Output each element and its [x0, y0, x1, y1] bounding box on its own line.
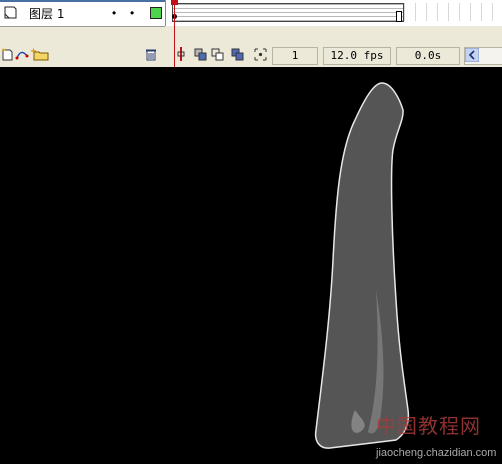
onion-skin-outlines-icon[interactable] — [211, 48, 225, 61]
layer-name[interactable]: 图层 1 — [29, 5, 64, 22]
trash-icon[interactable] — [145, 48, 157, 61]
elapsed-time-display: 0.0s — [396, 47, 460, 65]
edit-multiple-frames-icon[interactable] — [231, 48, 245, 61]
playhead-handle[interactable] — [171, 0, 178, 5]
empty-frames[interactable] — [404, 3, 502, 21]
current-frame-display: 1 — [272, 47, 318, 65]
frame-span[interactable] — [172, 3, 404, 22]
layer-list-edge — [0, 0, 165, 2]
show-hide-toggle[interactable]: • — [112, 7, 116, 19]
onion-skin-icon[interactable] — [194, 48, 208, 61]
lock-toggle[interactable]: • — [130, 7, 134, 19]
watermark-title: 中国教程网 — [376, 414, 481, 438]
drawn-shape[interactable] — [300, 80, 420, 450]
layer-page-icon — [4, 6, 17, 19]
watermark-url: jiaocheng.chazidian.com — [376, 447, 497, 459]
add-layer-icon[interactable] — [2, 48, 14, 61]
outline-color-swatch[interactable] — [150, 7, 162, 19]
center-frame-icon[interactable] — [177, 47, 185, 61]
add-folder-icon[interactable] — [31, 48, 50, 61]
layer-list[interactable] — [0, 0, 165, 27]
playhead[interactable] — [174, 0, 175, 67]
stage-canvas[interactable] — [0, 67, 502, 464]
end-frame-marker[interactable] — [396, 11, 402, 22]
scroll-left-icon[interactable] — [465, 48, 479, 62]
add-motion-guide-icon[interactable] — [15, 48, 29, 61]
frame-rate-display[interactable]: 12.0 fps — [323, 47, 391, 65]
modify-onion-markers-icon[interactable] — [254, 48, 267, 61]
